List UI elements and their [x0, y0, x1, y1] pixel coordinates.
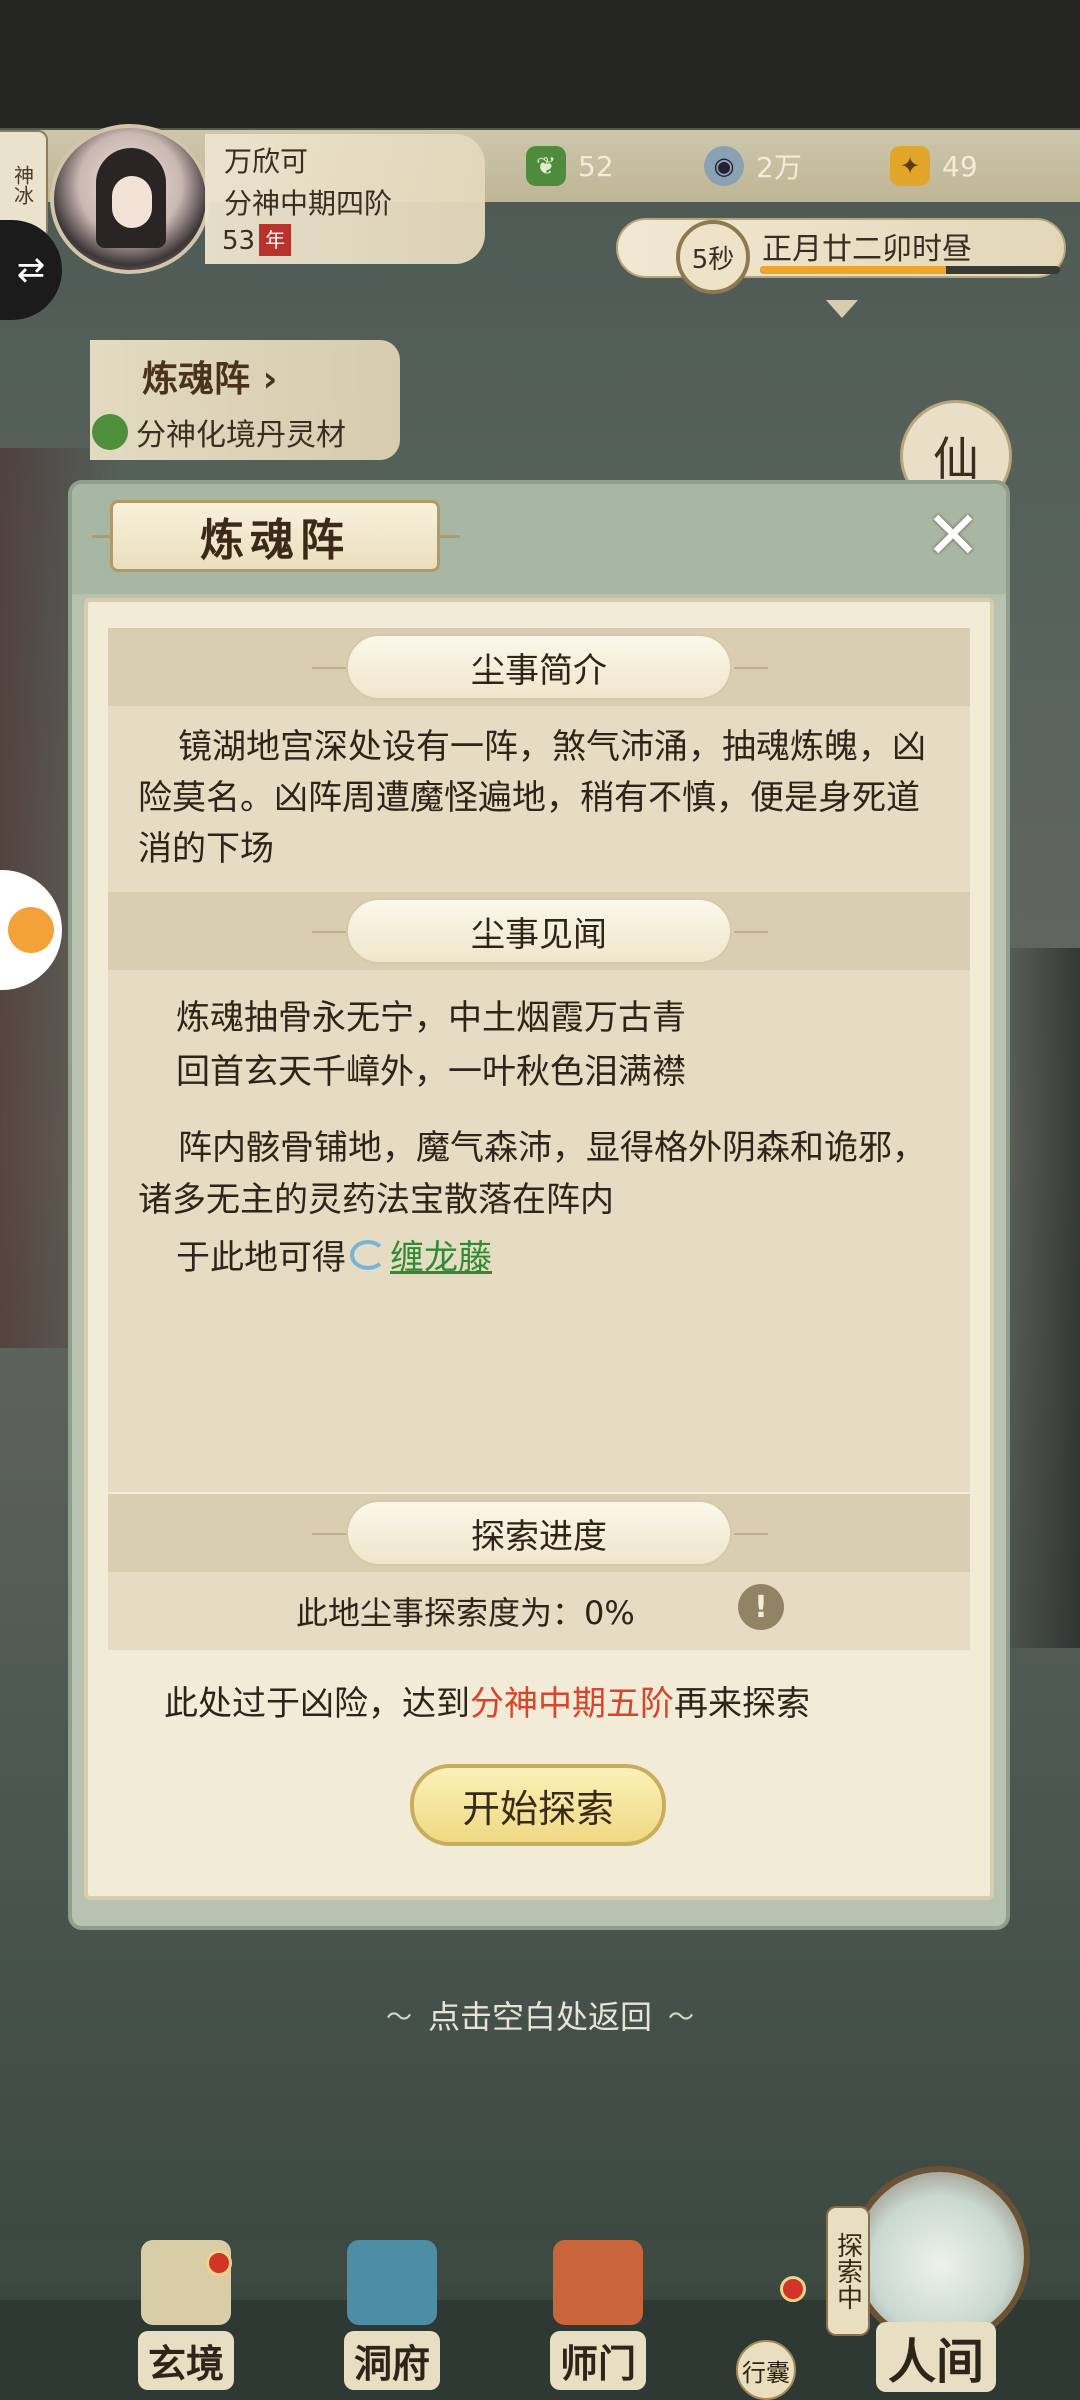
info-warning-icon[interactable]: ! [738, 1584, 784, 1630]
resource-coin-value: 2万 [756, 151, 802, 184]
nav-item-xuanjing[interactable]: 玄境 [116, 2240, 256, 2390]
timer-progress-fill [760, 266, 946, 274]
resource-jade-value: 52 [578, 149, 614, 183]
player-age: 53 年 [222, 224, 292, 256]
exploring-status-tag: 探索中 [826, 2206, 870, 2336]
poem-line-1: 炼魂抽骨永无宁，中土烟霞万古青 [176, 998, 686, 1038]
swirl-left-icon: 〜 [385, 2002, 412, 2033]
location-subtitle-text: 分神化境丹灵材 [136, 418, 346, 453]
player-avatar[interactable] [50, 124, 210, 274]
nav-item-dongfu[interactable]: 洞府 [322, 2240, 462, 2390]
notification-dot [780, 2276, 806, 2302]
section-ornament-right [734, 931, 768, 933]
exploration-progress-text: 此地尘事探索度为：0% [296, 1594, 635, 1632]
section-ornament-right [734, 1533, 768, 1535]
resource-jade[interactable]: ❦ 52 [526, 142, 614, 190]
section-label-progress: 探索进度 [346, 1500, 732, 1566]
nav-label-xuanjing: 玄境 [137, 2331, 234, 2390]
poem-line-2: 回首玄天千嶂外，一叶秋色泪满襟 [176, 1052, 686, 1092]
player-rank: 分神中期四阶 [224, 187, 393, 220]
location-title[interactable]: 炼魂阵 › [142, 350, 277, 402]
player-name: 万欣可 [224, 145, 309, 178]
notification-dot [206, 2250, 232, 2276]
world-button-label[interactable]: 人间 [876, 2322, 997, 2392]
coin-icon: ◉ [704, 146, 744, 186]
gamepad-icon-inner [8, 907, 54, 953]
requirement-text: 此处过于凶险，达到分神中期五阶再来探索 [164, 1676, 810, 1725]
modal-title: 炼魂阵 [110, 500, 440, 572]
start-explore-button[interactable]: 开始探索 [410, 1764, 666, 1846]
nav-item-shimen[interactable]: 师门 [528, 2240, 668, 2390]
section-ornament-left [312, 931, 346, 933]
pavilion-icon [347, 2240, 437, 2325]
story-text: 阵内骸骨铺地，魔气森沛，显得格外阴森和诡邪，诸多无主的灵药法宝散落在阵内 [138, 1128, 926, 1220]
avatar-face [112, 176, 152, 228]
strength-icon: ✦ [890, 146, 930, 186]
resource-strength[interactable]: ✦ 49 [890, 142, 978, 190]
close-button[interactable]: ✕ [918, 497, 988, 574]
player-age-value: 53 [222, 226, 256, 256]
location-subtitle: 分神化境丹灵材 [92, 410, 346, 454]
intro-text: 镜湖地宫深处设有一阵，煞气沛涌，抽魂炼魄，凶险莫名。凶阵周遭魔怪遍地，稍有不慎，… [138, 727, 926, 869]
tap-back-text: 点击空白处返回 [427, 1998, 652, 2036]
status-bar [0, 0, 1080, 128]
nav-label-shimen: 师门 [549, 2331, 646, 2390]
timer-progress-bar [760, 266, 1060, 274]
age-tag: 年 [259, 224, 292, 256]
nav-label-dongfu: 洞府 [343, 2331, 440, 2390]
jade-leaf-icon: ❦ [526, 146, 566, 186]
requirement-highlight: 分神中期五阶 [470, 1684, 674, 1724]
vine-item-icon [350, 1239, 386, 1270]
game-time-label: 正月廿二卯时昼 [762, 232, 972, 267]
requirement-suffix: 再来探索 [674, 1684, 810, 1724]
swirl-right-icon: 〜 [668, 2002, 695, 2033]
chevron-right-icon: › [262, 359, 278, 400]
loot-item-link[interactable]: 缠龙藤 [390, 1230, 492, 1279]
location-title-text: 炼魂阵 [142, 359, 251, 400]
chevron-down-icon[interactable] [826, 300, 858, 318]
bag-button[interactable]: 行囊 [736, 2340, 796, 2400]
resource-coin[interactable]: ◉ 2万 [704, 142, 802, 190]
section-ornament-right [734, 667, 768, 669]
section-ornament-left [312, 667, 346, 669]
section-ornament-left [312, 1533, 346, 1535]
world-map-button[interactable] [850, 2166, 1030, 2346]
banner-icon [553, 2240, 643, 2325]
resource-strength-value: 49 [942, 149, 978, 183]
title-ornament-right [438, 535, 460, 538]
loot-line: 于此地可得 缠龙藤 [176, 1230, 492, 1279]
requirement-prefix: 此处过于凶险，达到 [164, 1684, 470, 1724]
herb-icon [92, 414, 128, 450]
loot-prefix: 于此地可得 [176, 1238, 346, 1278]
tap-blank-to-return[interactable]: 〜 点击空白处返回 〜 [350, 1992, 730, 2038]
timer-seconds: 5秒 [676, 220, 750, 294]
section-label-story: 尘事见闻 [346, 898, 732, 964]
section-label-intro: 尘事简介 [346, 634, 732, 700]
